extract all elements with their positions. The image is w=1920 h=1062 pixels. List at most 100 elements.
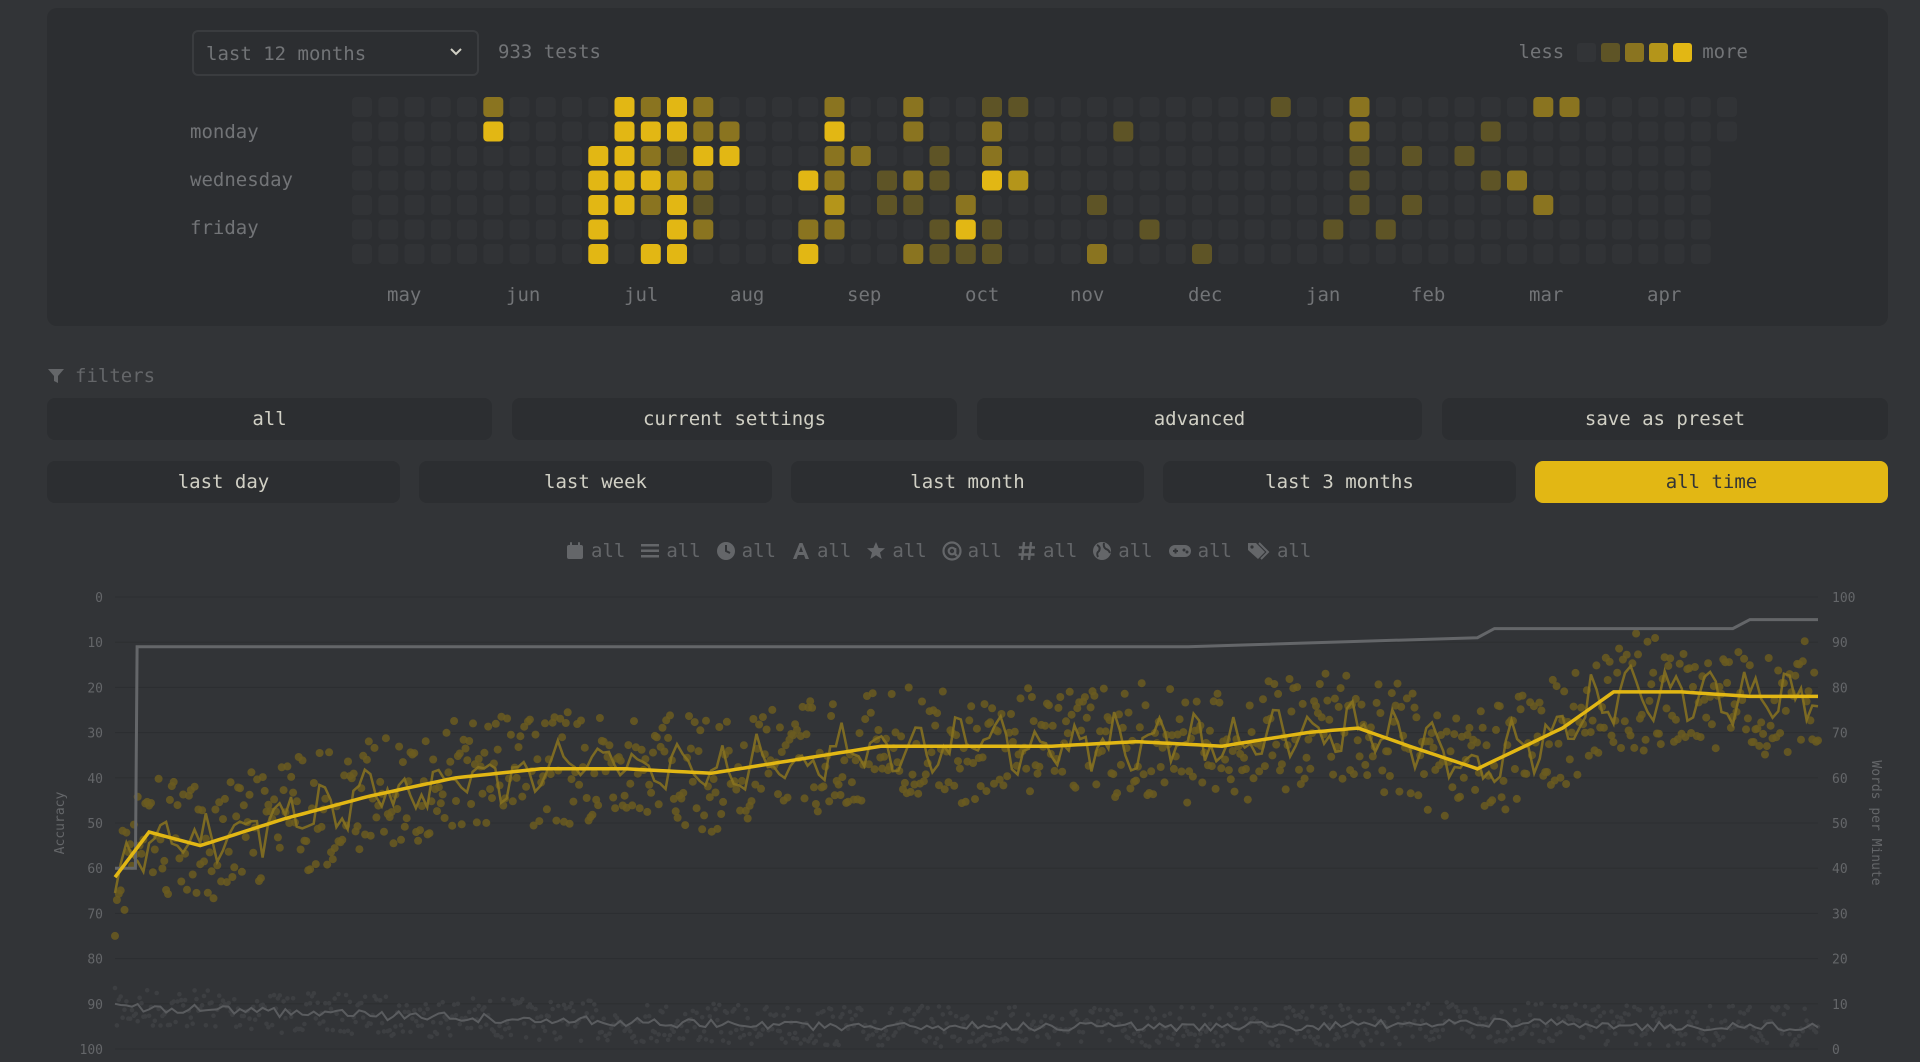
last-day-button[interactable]: last day (47, 461, 400, 503)
activity-day-cell (667, 219, 687, 240)
quick-filter-time[interactable]: all (716, 540, 776, 562)
wpm-point (1380, 788, 1389, 797)
activity-day-cell (1139, 121, 1160, 142)
wpm-point (1092, 780, 1101, 789)
filters-toggle[interactable]: filters (47, 365, 155, 387)
quick-filter-words[interactable]: all (791, 540, 851, 562)
accuracy-point (927, 1035, 932, 1040)
accuracy-point (1050, 1014, 1055, 1019)
accuracy-point (1707, 1003, 1713, 1009)
accuracy-point (1599, 1029, 1605, 1035)
accuracy-point (1558, 1029, 1563, 1035)
last-week-button[interactable]: last week (419, 461, 772, 503)
wpm-point (230, 863, 239, 872)
wpm-point (1022, 764, 1031, 773)
accuracy-point (129, 1007, 135, 1013)
accuracy-point (285, 996, 290, 1001)
activity-day-cell (1585, 121, 1606, 142)
accuracy-point (1499, 1009, 1504, 1015)
accuracy-point (1175, 1042, 1180, 1047)
last-3-months-button[interactable]: last 3 months (1163, 461, 1516, 503)
quick-filter-difficulty[interactable]: all (866, 540, 927, 562)
wpm-point (1071, 783, 1080, 792)
activity-day-cell (1087, 170, 1107, 191)
wpm-point (836, 791, 845, 799)
wpm-point (1522, 769, 1531, 778)
quick-filter-tags[interactable]: all (1247, 540, 1311, 562)
filter-all-button[interactable]: all (47, 398, 492, 440)
accuracy-point (353, 1019, 358, 1025)
wpm-point (775, 723, 784, 732)
accuracy-point (417, 1007, 423, 1012)
quick-filter-numbers[interactable]: all (1017, 540, 1077, 562)
accuracy-point (391, 1031, 396, 1037)
quick-filter-punctuation[interactable]: all (942, 540, 1002, 562)
quick-filter-date[interactable]: all (565, 540, 625, 562)
activity-day-cell (1428, 244, 1449, 264)
quick-filter-language[interactable]: all (1092, 540, 1153, 562)
activity-day-cell (1087, 195, 1107, 215)
activity-day-cell (982, 121, 1002, 142)
accuracy-point (1417, 1026, 1423, 1032)
accuracy-point (667, 1033, 673, 1038)
accuracy-point (1630, 1030, 1635, 1035)
wpm-point (1482, 741, 1491, 750)
accuracy-point (1525, 1000, 1531, 1006)
accuracy-point (232, 997, 237, 1002)
wpm-point (1641, 735, 1650, 744)
accuracy-point (881, 1032, 887, 1038)
activity-day-cell (1454, 244, 1475, 264)
wpm-point (724, 746, 733, 755)
activity-day-cell (1349, 195, 1370, 215)
activity-day-cell (1638, 244, 1659, 264)
wpm-point (1113, 789, 1122, 798)
accuracy-point (1637, 1007, 1643, 1013)
activity-day-cell (1402, 195, 1422, 215)
activity-day-cell (1375, 170, 1396, 191)
wpm-point (1116, 760, 1125, 769)
activity-day-cell (850, 244, 871, 264)
accuracy-point (830, 1014, 836, 1019)
accuracy-point (1152, 1016, 1158, 1021)
accuracy-point (836, 1042, 841, 1048)
wpm-point (664, 733, 673, 742)
wpm-point (1647, 680, 1656, 689)
all-time-button[interactable]: all time (1535, 461, 1888, 503)
activity-day-cell (1533, 97, 1554, 117)
wpm-point (980, 700, 989, 709)
wpm-point (1465, 723, 1474, 732)
wpm-point (1459, 773, 1468, 782)
quick-filter-funbox[interactable]: all (1168, 540, 1232, 562)
wpm-point (1560, 687, 1569, 696)
activity-day-cell (982, 146, 1002, 166)
wpm-point (154, 774, 163, 783)
wpm-point (1671, 715, 1680, 724)
advanced-button[interactable]: advanced (977, 398, 1422, 440)
wpm-point (1766, 721, 1775, 730)
range-select[interactable]: last 12 months (192, 30, 479, 76)
last-month-button[interactable]: last month (791, 461, 1144, 503)
current-settings-button[interactable]: current settings (512, 398, 957, 440)
accuracy-point (1717, 1037, 1722, 1043)
wpm-point (325, 748, 334, 757)
activity-day-cell (535, 121, 556, 142)
wpm-point (840, 756, 849, 765)
activity-day-cell (693, 219, 714, 240)
month-label: jul (624, 284, 659, 306)
wpm-point (1302, 753, 1311, 762)
wpm-point (1325, 715, 1334, 724)
accuracy-point (1328, 1014, 1334, 1019)
wpm-point (355, 845, 364, 854)
wpm-point (164, 890, 172, 898)
accuracy-point (932, 1040, 938, 1046)
wpm-point (739, 741, 748, 750)
quick-filter-mode[interactable]: all (640, 540, 701, 562)
activity-day-cell (850, 170, 871, 191)
accuracy-point (1785, 1005, 1790, 1010)
wpm-point (1132, 776, 1140, 785)
save-as-preset-button[interactable]: save as preset (1442, 398, 1888, 440)
y2-tick-label: 70 (1832, 727, 1848, 742)
activity-day-cell (955, 146, 976, 166)
wpm-point (183, 885, 191, 894)
accuracy-point (279, 1030, 285, 1036)
